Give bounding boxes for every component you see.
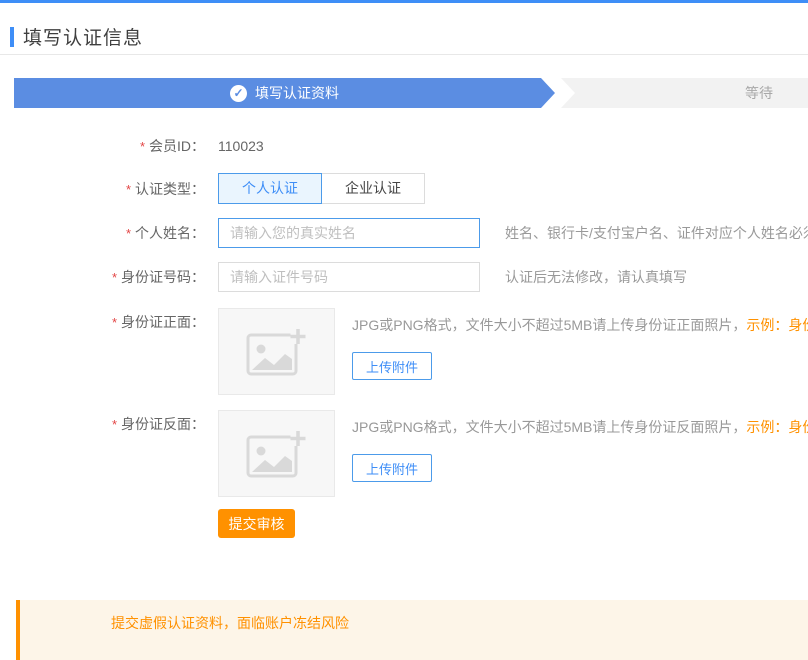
- step-current-label: 填写认证资料: [255, 83, 339, 103]
- submit-review-button[interactable]: 提交审核: [218, 509, 295, 538]
- verification-form: *会员ID： 110023 *认证类型： 个人认证 企业认证 *个人姓名： 姓名…: [0, 131, 808, 538]
- image-plus-icon: [246, 326, 308, 378]
- submit-row: 提交审核: [218, 509, 808, 538]
- member-id-label: *会员ID：: [0, 136, 205, 156]
- check-circle-icon: ✓: [230, 85, 247, 102]
- id-back-label: *身份证反面：: [0, 410, 205, 432]
- title-accent-bar: [10, 27, 14, 47]
- auth-type-label: *认证类型：: [0, 179, 205, 199]
- warning-banner: 提交虚假认证资料，面临账户冻结风险: [16, 600, 808, 660]
- top-accent-line: [0, 0, 808, 3]
- id-number-hint: 认证后无法修改，请认真填写: [505, 267, 687, 287]
- id-front-example-link[interactable]: 示例：身份证正面.png: [746, 317, 808, 333]
- id-number-label: *身份证号码：: [0, 267, 205, 287]
- id-back-preview-box[interactable]: [218, 410, 335, 497]
- personal-name-label: *个人姓名：: [0, 223, 205, 243]
- id-front-preview-box[interactable]: [218, 308, 335, 395]
- id-front-label: *身份证正面：: [0, 308, 205, 330]
- required-star: *: [140, 139, 145, 154]
- verification-form-page: { "page": { "title": "填写认证信息" }, "steps"…: [0, 0, 808, 630]
- member-id-value: 110023: [218, 138, 264, 154]
- required-star: *: [112, 315, 117, 330]
- personal-name-hint: 姓名、银行卡/支付宝户名、证件对应个人姓名必须一: [505, 223, 808, 243]
- required-star: *: [126, 182, 131, 197]
- auth-type-row: *认证类型： 个人认证 企业认证: [0, 173, 808, 204]
- step-current: ✓ 填写认证资料: [14, 78, 555, 108]
- image-plus-icon: [246, 428, 308, 480]
- step-pending-label: 等待: [745, 78, 773, 108]
- required-star: *: [112, 417, 117, 432]
- id-number-row: *身份证号码： 认证后无法修改，请认真填写: [0, 262, 808, 292]
- tab-enterprise-auth[interactable]: 企业认证: [321, 173, 425, 204]
- page-title: 填写认证信息: [23, 23, 143, 50]
- id-front-hint: JPG或PNG格式，文件大小不超过5MB请上传身份证正面照片，示例：身份证正面.…: [352, 318, 808, 332]
- id-back-hint: JPG或PNG格式，文件大小不超过5MB请上传身份证反面照片，示例：身份证反面.…: [352, 420, 808, 434]
- id-back-example-link[interactable]: 示例：身份证反面.png: [746, 419, 808, 435]
- id-front-row: *身份证正面： JPG或PNG格式，文件大小不超过5MB请上传身份证正面照片，示…: [0, 308, 808, 395]
- id-number-input[interactable]: [218, 262, 480, 292]
- id-back-upload-button[interactable]: 上传附件: [352, 454, 432, 482]
- personal-name-row: *个人姓名： 姓名、银行卡/支付宝户名、证件对应个人姓名必须一: [0, 218, 808, 248]
- required-star: *: [126, 226, 131, 241]
- personal-name-input[interactable]: [218, 218, 480, 248]
- step-progress-bar: ✓ 填写认证资料 等待: [14, 78, 808, 108]
- member-id-row: *会员ID： 110023: [0, 131, 808, 161]
- id-front-upload-button[interactable]: 上传附件: [352, 352, 432, 380]
- header-divider: [0, 54, 808, 55]
- id-back-row: *身份证反面： JPG或PNG格式，文件大小不超过5MB请上传身份证反面照片，示…: [0, 410, 808, 497]
- warning-text: 提交虚假认证资料，面临账户冻结风险: [111, 615, 349, 631]
- tab-personal-auth[interactable]: 个人认证: [218, 173, 322, 204]
- required-star: *: [112, 270, 117, 285]
- page-header: 填写认证信息: [10, 23, 143, 50]
